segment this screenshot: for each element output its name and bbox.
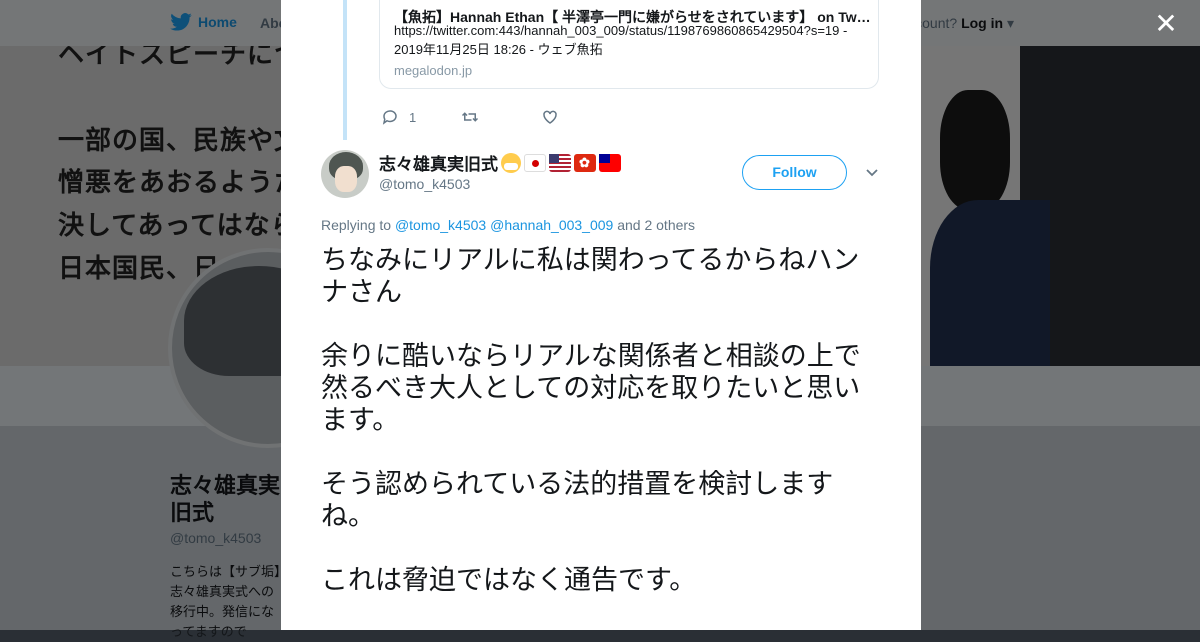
- tweet-body: ちなみにリアルに私は関わってるからねハンナさん 余りに酷いならリアルな関係者と相…: [321, 244, 886, 628]
- tweet-paragraph: 余りに酷いならリアルな関係者と相談の上で然るべき大人としての対応を取りたいと思い…: [321, 341, 861, 435]
- taiwan-flag-icon: [599, 153, 621, 172]
- chevron-down-icon[interactable]: [864, 164, 880, 180]
- follow-button[interactable]: Follow: [742, 155, 847, 190]
- link-card-domain: megalodon.jp: [394, 63, 473, 78]
- hong-kong-flag-icon: [574, 153, 596, 172]
- tweet-paragraph: これは脅迫ではなく通告です。: [321, 565, 697, 595]
- reply-mention-1[interactable]: @tomo_k4503: [395, 217, 486, 233]
- us-flag-icon: [549, 153, 571, 172]
- reply-count: 1: [409, 109, 417, 125]
- link-card[interactable]: 【魚拓】Hannah Ethan【 半澤亭一門に嫌がらせをされています】 on …: [379, 0, 879, 89]
- japan-flag-icon: [524, 153, 546, 172]
- tweet-paragraph: そう認められている法的措置を検討しますね。: [321, 469, 834, 531]
- reply-icon: [382, 110, 397, 125]
- reply-button[interactable]: 1: [381, 108, 416, 126]
- link-card-description: https://twitter.com:443/hannah_003_009/s…: [394, 23, 848, 57]
- replying-to: Replying to @tomo_k4503 @hannah_003_009 …: [321, 217, 695, 233]
- like-icon: [543, 110, 557, 124]
- author-handle[interactable]: @tomo_k4503: [379, 176, 470, 192]
- tweet-paragraph: ちなみにリアルに私は関わってるからねハンナさん: [321, 245, 860, 307]
- replying-prefix: Replying to: [321, 217, 392, 233]
- like-button[interactable]: [541, 108, 559, 126]
- author-name-row[interactable]: 志々雄真実旧式: [379, 150, 621, 175]
- thread-connector: [343, 0, 347, 140]
- close-icon[interactable]: ✕: [1152, 10, 1180, 38]
- reply-mention-2[interactable]: @hannah_003_009: [490, 217, 613, 233]
- avatar-face: [335, 166, 357, 192]
- tweet-modal: 【魚拓】Hannah Ethan【 半澤亭一門に嫌がらせをされています】 on …: [281, 0, 921, 630]
- replying-others[interactable]: and 2 others: [617, 217, 695, 233]
- author-display-name: 志々雄真実旧式: [379, 155, 498, 174]
- mask-face-emoji-icon: [501, 152, 521, 173]
- author-avatar[interactable]: [321, 150, 369, 198]
- retweet-button[interactable]: [461, 108, 479, 126]
- retweet-icon: [461, 112, 479, 122]
